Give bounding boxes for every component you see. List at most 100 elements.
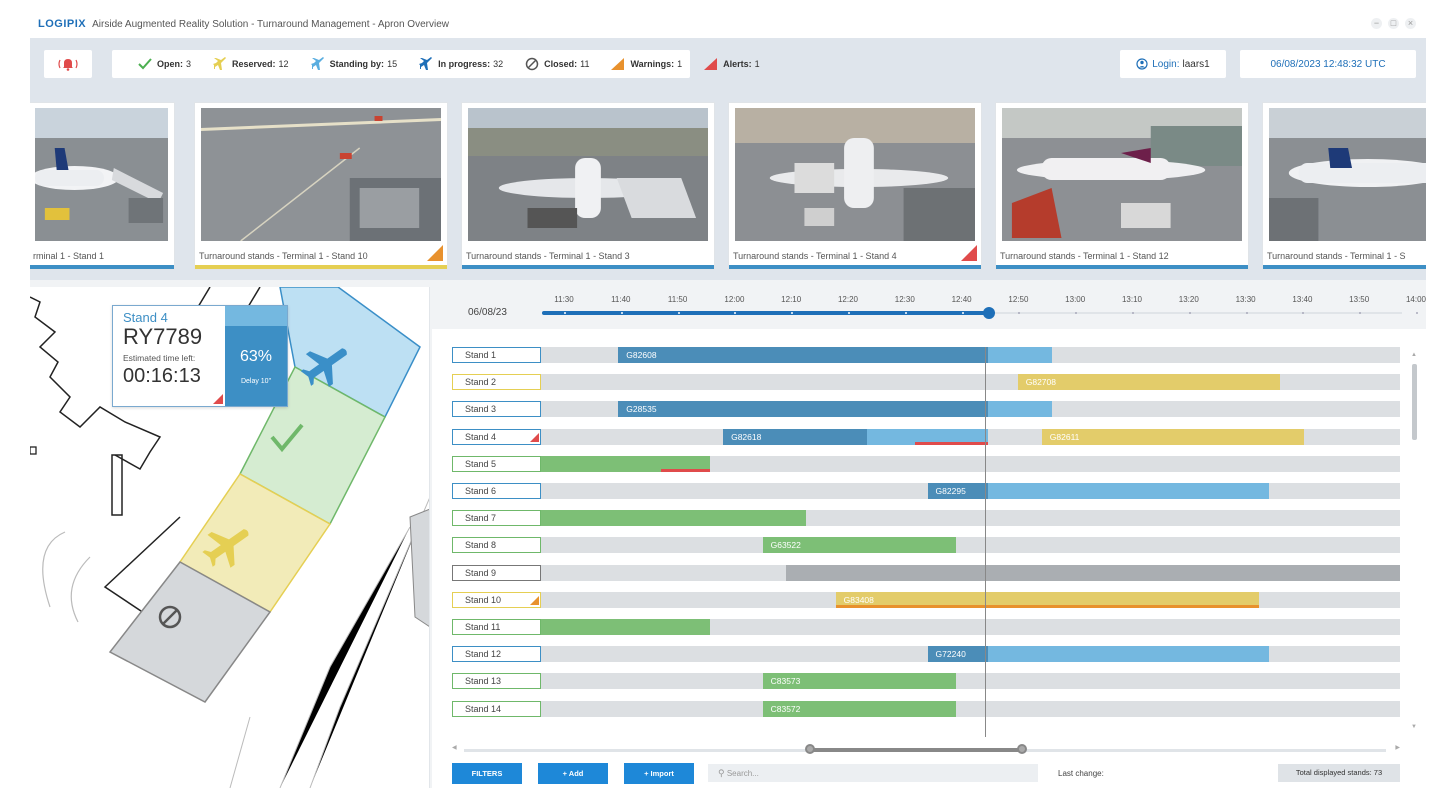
stand-label[interactable]: Stand 13: [452, 673, 541, 690]
turnaround-segment[interactable]: [987, 646, 1269, 663]
stand-track[interactable]: G83408: [541, 591, 1400, 608]
stand-detail-card[interactable]: Stand 4 RY7789 Estimated time left: 00:1…: [112, 305, 288, 407]
stand-track[interactable]: [541, 564, 1400, 581]
horizontal-scroll-thumb[interactable]: [810, 748, 1022, 752]
status-standing-by[interactable]: Standing by: 15: [310, 57, 397, 71]
add-button[interactable]: + Add: [538, 763, 608, 784]
stand-label[interactable]: Stand 12: [452, 646, 541, 663]
turnaround-segment[interactable]: [914, 441, 988, 445]
maximize-button[interactable]: □: [1388, 18, 1399, 29]
stand-row[interactable]: Stand 12 G72240: [452, 646, 1400, 663]
stand-row[interactable]: Stand 14 C83572: [452, 700, 1400, 717]
status-open[interactable]: Open: 3: [138, 58, 191, 70]
turnaround-segment[interactable]: [785, 564, 1400, 581]
stand-track[interactable]: G82618 G82611: [541, 428, 1400, 445]
camera-feed-stand-12[interactable]: Turnaround stands - Terminal 1 - Stand 1…: [995, 102, 1249, 270]
turnaround-segment[interactable]: [661, 468, 711, 472]
card-flight-number: RY7789: [123, 324, 203, 349]
turnaround-segment[interactable]: G82618: [723, 428, 868, 445]
stand-track[interactable]: G28535: [541, 401, 1400, 418]
stand-row[interactable]: Stand 7: [452, 510, 1400, 527]
turnaround-segment[interactable]: [987, 401, 1053, 418]
turnaround-segment[interactable]: G28535: [618, 401, 988, 418]
camera-feed-stand-1[interactable]: rminal 1 - Stand 1: [30, 102, 175, 270]
camera-feed-stand-4[interactable]: Turnaround stands - Terminal 1 - Stand 4: [728, 102, 982, 270]
camera-feed-stand-3[interactable]: Turnaround stands - Terminal 1 - Stand 3: [461, 102, 715, 270]
apron-map[interactable]: Stand 4 RY7789 Estimated time left: 00:1…: [30, 287, 430, 788]
status-alerts[interactable]: Alerts: 1: [704, 58, 760, 70]
stand-row[interactable]: Stand 6 G82295: [452, 483, 1400, 499]
turnaround-segment[interactable]: G63522: [762, 537, 956, 554]
stand-track[interactable]: G82708: [541, 374, 1400, 391]
stand-row[interactable]: Stand 13 C83573: [452, 673, 1400, 690]
stand-row[interactable]: Stand 5: [452, 455, 1400, 472]
turnaround-segment[interactable]: G72240: [927, 646, 988, 663]
stand-row[interactable]: Stand 2 G82708: [452, 374, 1400, 391]
turnaround-segment[interactable]: G82295: [927, 483, 988, 499]
turnaround-segment[interactable]: G82611: [1041, 428, 1304, 445]
timeline-tick-mark: [677, 312, 680, 314]
stand-label[interactable]: Stand 8: [452, 537, 541, 554]
stand-row[interactable]: Stand 11: [452, 619, 1400, 635]
timeline-tick-mark: [904, 312, 907, 314]
login-indicator[interactable]: Login: laars1: [1120, 50, 1226, 78]
stand-row[interactable]: Stand 4 G82618 G82611: [452, 428, 1400, 445]
range-start-handle[interactable]: [805, 744, 815, 754]
stand-row[interactable]: Stand 3 G28535: [452, 401, 1400, 418]
range-end-handle[interactable]: [1017, 744, 1027, 754]
import-button[interactable]: + Import: [624, 763, 694, 784]
stand-track[interactable]: C83572: [541, 700, 1400, 717]
status-warnings[interactable]: Warnings: 1: [611, 58, 682, 70]
stand-row[interactable]: Stand 1 G82608: [452, 347, 1400, 363]
status-reserved[interactable]: Reserved: 12: [213, 57, 289, 71]
alarm-button[interactable]: [44, 50, 92, 78]
vertical-scroll-thumb[interactable]: [1412, 364, 1417, 440]
turnaround-segment[interactable]: [541, 510, 806, 527]
stand-track[interactable]: [541, 619, 1400, 635]
stand-label[interactable]: Stand 3: [452, 401, 541, 418]
stand-label[interactable]: Stand 1: [452, 347, 541, 363]
stand-track[interactable]: G82608: [541, 347, 1400, 363]
search-input[interactable]: ⚲ Search...: [708, 764, 1038, 782]
turnaround-segment[interactable]: C83573: [762, 673, 956, 690]
stand-label[interactable]: Stand 6: [452, 483, 541, 499]
stand-label[interactable]: Stand 5: [452, 455, 541, 472]
vertical-scrollbar[interactable]: ▲ ▼: [1410, 352, 1418, 730]
stand-track[interactable]: C83573: [541, 673, 1400, 690]
stand-row[interactable]: Stand 10 G83408: [452, 591, 1400, 608]
camera-feed-stand-partial[interactable]: Turnaround stands - Terminal 1 - S: [1262, 102, 1426, 270]
stand-label[interactable]: Stand 4: [452, 428, 541, 445]
stand-row[interactable]: Stand 8 G63522: [452, 537, 1400, 554]
minimize-button[interactable]: −: [1371, 18, 1382, 29]
stand-track[interactable]: [541, 455, 1400, 472]
stand-label[interactable]: Stand 9: [452, 564, 541, 581]
stand-label[interactable]: Stand 2: [452, 374, 541, 391]
camera-status-bar: [462, 265, 714, 269]
horizontal-scrollbar[interactable]: ◀ ▶: [452, 744, 1400, 754]
stand-label[interactable]: Stand 14: [452, 700, 541, 717]
stand-label[interactable]: Stand 7: [452, 510, 541, 527]
filters-button[interactable]: FILTERS: [452, 763, 522, 784]
turnaround-segment[interactable]: [987, 483, 1269, 499]
stand-track[interactable]: G63522: [541, 537, 1400, 554]
time-slider-handle[interactable]: [983, 307, 996, 319]
stand-row[interactable]: Stand 9: [452, 564, 1400, 581]
close-button[interactable]: ×: [1405, 18, 1416, 29]
stand-track[interactable]: [541, 510, 1400, 527]
turnaround-segment[interactable]: G82608: [618, 347, 988, 363]
stand-label[interactable]: Stand 10: [452, 591, 541, 608]
turnaround-segment[interactable]: [835, 604, 1260, 608]
stand-label[interactable]: Stand 11: [452, 619, 541, 635]
stand-track[interactable]: G72240: [541, 646, 1400, 663]
camera-feed-stand-10[interactable]: Turnaround stands - Terminal 1 - Stand 1…: [194, 102, 448, 270]
turnaround-segment[interactable]: G82708: [1017, 374, 1280, 391]
timeline-tick-label: 13:40: [1292, 295, 1313, 304]
timeline-tick-mark: [620, 312, 623, 314]
status-closed[interactable]: Closed: 11: [525, 57, 589, 71]
turnaround-segment[interactable]: [541, 619, 711, 635]
status-in-progress[interactable]: In progress: 32: [419, 57, 503, 71]
current-datetime: 06/08/2023 12:48:32 UTC: [1240, 50, 1416, 78]
turnaround-segment[interactable]: C83572: [762, 700, 956, 717]
turnaround-segment[interactable]: [987, 347, 1053, 363]
stand-track[interactable]: G82295: [541, 483, 1400, 499]
